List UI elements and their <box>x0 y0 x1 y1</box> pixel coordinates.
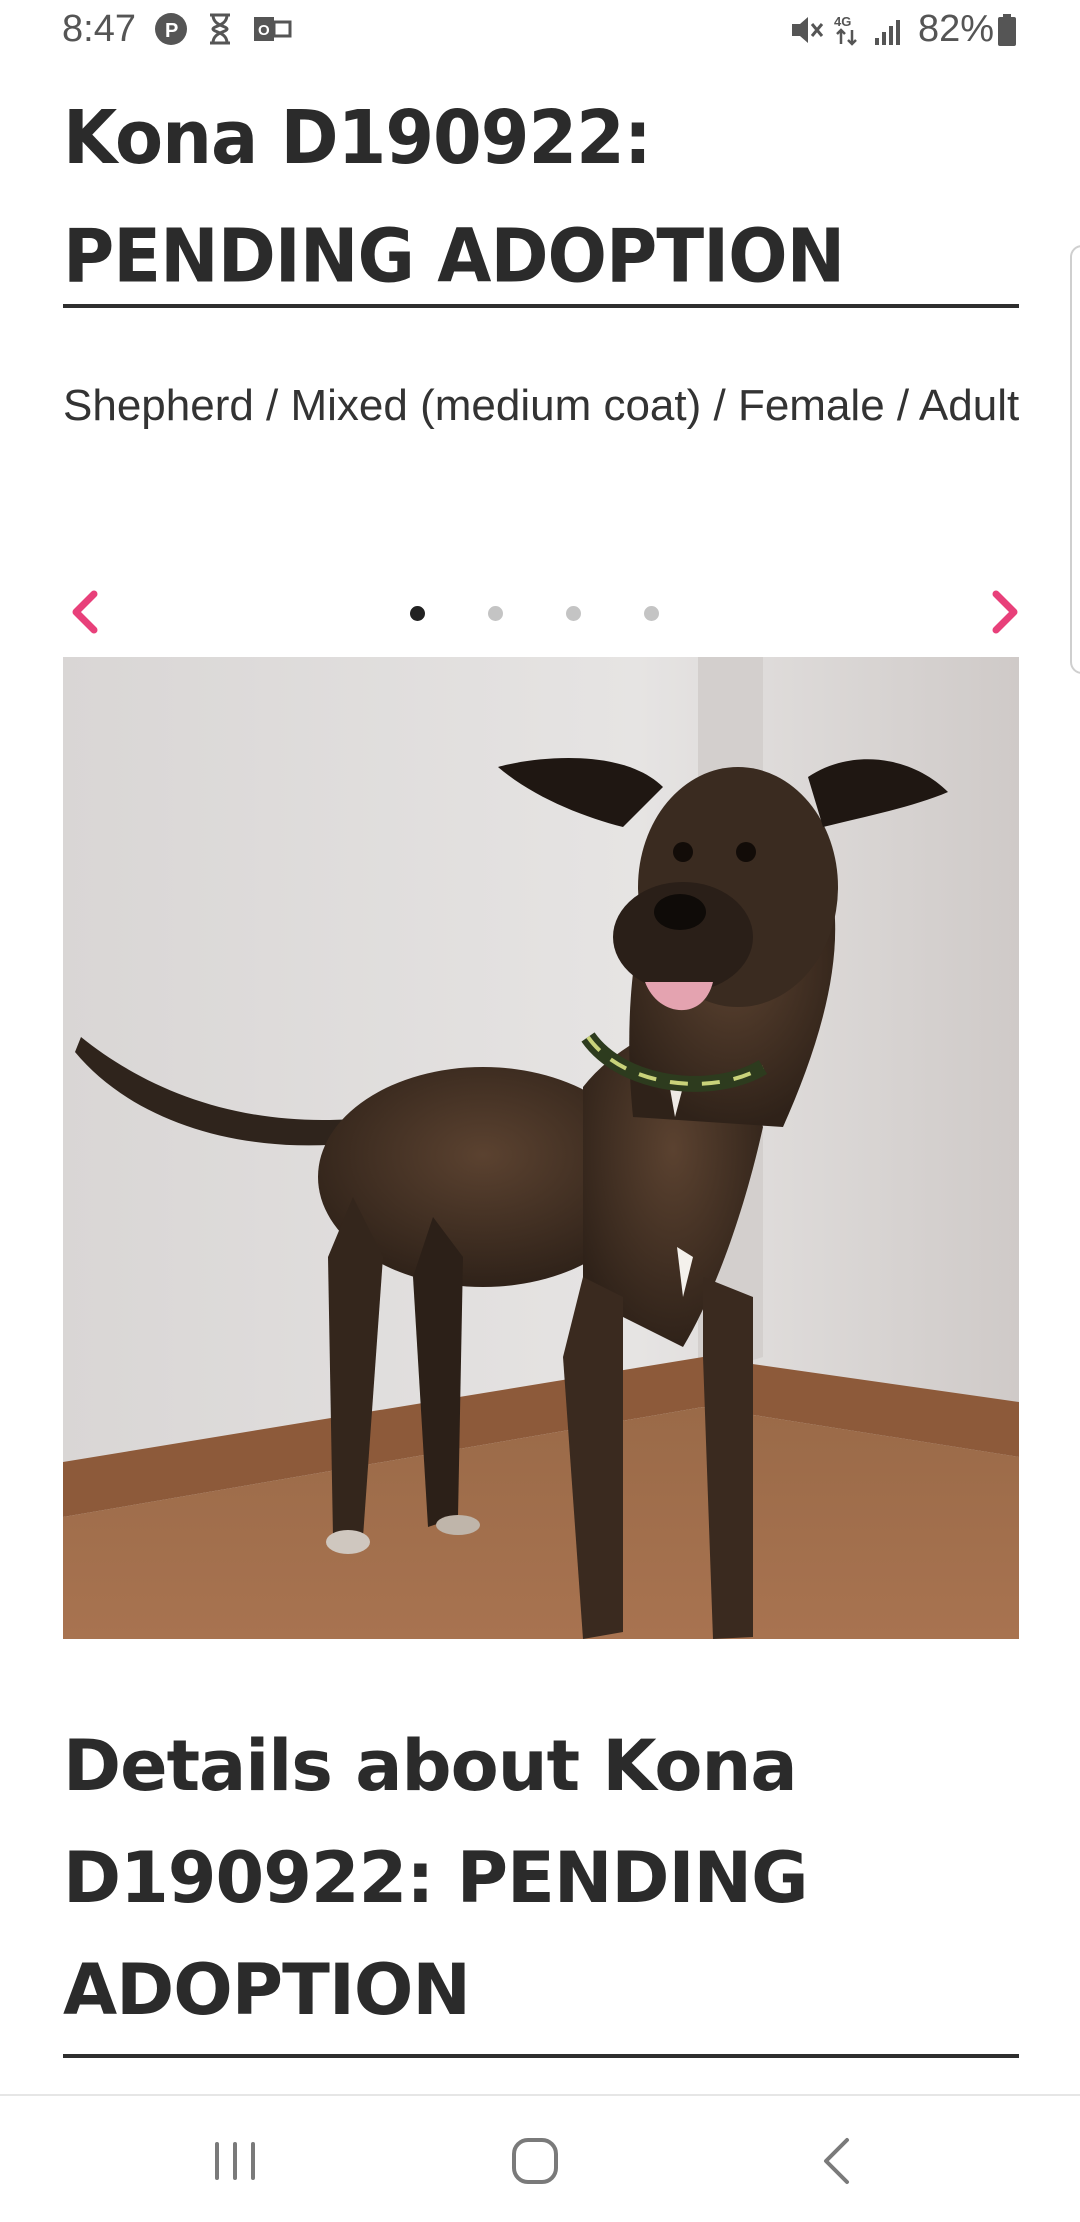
status-time: 8:47 <box>62 8 136 50</box>
page-title: Kona D190922: PENDING ADOPTION <box>63 93 845 300</box>
carousel-dot-4[interactable] <box>644 606 659 621</box>
carousel-dot-1[interactable] <box>410 606 425 621</box>
chevron-left-icon[interactable] <box>62 584 110 640</box>
edge-panel-handle[interactable] <box>1070 245 1080 674</box>
carousel-dot-2[interactable] <box>488 606 503 621</box>
svg-text:O: O <box>258 22 270 39</box>
status-bar: 8:47 P O 4G 82% <box>0 0 1080 62</box>
hourglass-icon <box>210 13 230 45</box>
mute-icon <box>792 17 824 43</box>
recents-icon[interactable] <box>200 2126 270 2196</box>
details-divider <box>63 2054 1019 2058</box>
title-divider <box>63 304 1019 308</box>
battery-icon <box>998 14 1016 46</box>
svg-text:P: P <box>165 20 178 42</box>
system-nav-bar <box>0 2094 1080 2222</box>
home-icon[interactable] <box>500 2126 570 2196</box>
pet-description: Shepherd / Mixed (medium coat) / Female … <box>63 381 1020 430</box>
svg-text:4G: 4G <box>834 14 851 29</box>
dog-photo[interactable] <box>63 657 1019 1639</box>
back-icon[interactable] <box>804 2126 874 2196</box>
carousel-dot-3[interactable] <box>566 606 581 621</box>
chevron-right-icon[interactable] <box>980 584 1028 640</box>
details-heading: Details about Kona D190922: PENDING ADOP… <box>63 1725 809 2031</box>
signal-icon <box>875 20 900 45</box>
outlook-icon: O <box>254 17 292 41</box>
carousel-dots <box>410 606 659 622</box>
battery-percentage: 82% <box>918 8 995 50</box>
p-icon: P <box>155 13 187 45</box>
data-4g-icon: 4G <box>834 14 857 46</box>
